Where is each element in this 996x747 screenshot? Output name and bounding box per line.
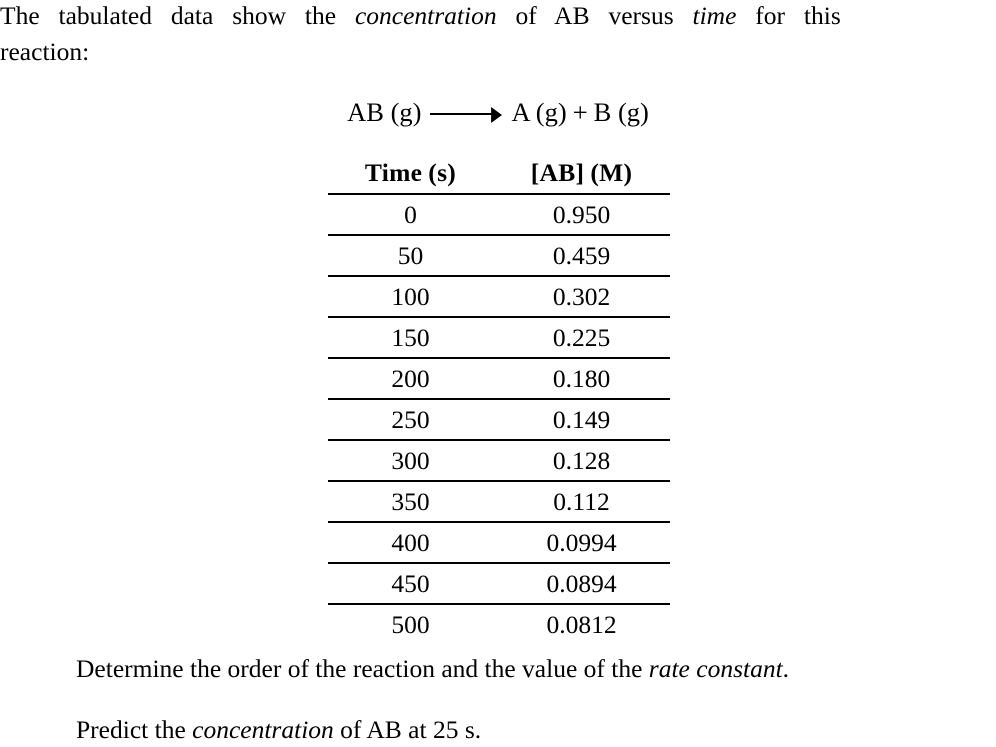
cell-time: 100 — [391, 281, 430, 311]
intro-text-a: The tabulated data show the — [0, 1, 355, 30]
column-header-concentration: [AB] (M) — [493, 155, 670, 194]
table-row: 450 0.0894 — [328, 563, 670, 604]
table-row: 100 0.302 — [328, 276, 670, 317]
cell-concentration: 0.0812 — [546, 609, 617, 639]
intro-line-1: The tabulated data show the concentratio… — [0, 0, 996, 34]
q2-text-b: of AB at 25 s. — [333, 715, 482, 744]
cell-time: 150 — [391, 322, 430, 352]
cell-concentration: 0.149 — [552, 404, 611, 434]
table-row: 200 0.180 — [328, 358, 670, 399]
table-row: 250 0.149 — [328, 399, 670, 440]
cell-concentration: 0.128 — [552, 445, 611, 475]
equation-reactant: AB (g) — [347, 97, 422, 127]
q1-text-a: Determine the order of the reaction and … — [76, 654, 649, 683]
intro-text-b: of AB versus — [496, 1, 693, 30]
column-header-concentration-label: [AB] — [530, 158, 585, 187]
table-header-row: Time (s) [AB] (M) — [328, 155, 670, 194]
cell-concentration: 0.225 — [552, 322, 611, 352]
chemical-equation: AB (g) A (g) + B (g) — [0, 95, 996, 129]
table-row: 400 0.0994 — [328, 522, 670, 563]
table-row: 50 0.459 — [328, 235, 670, 276]
column-header-time-label: Time — [364, 158, 423, 187]
cell-concentration: 0.0894 — [546, 568, 617, 598]
cell-concentration: 0.0994 — [546, 527, 617, 557]
q2-text-a: Predict the — [76, 715, 193, 744]
cell-time: 50 — [397, 240, 424, 270]
cell-concentration: 0.459 — [552, 240, 611, 270]
table-head: Time (s) [AB] (M) — [328, 155, 670, 194]
cell-concentration: 0.950 — [552, 199, 611, 229]
q1-emph-rate-constant: rate constant — [648, 654, 783, 683]
q2-emph-concentration: concentration — [192, 715, 334, 744]
concentration-time-table: Time (s) [AB] (M) 0 0.950 50 0.459 100 0.302 … — [328, 155, 670, 644]
cell-concentration: 0.112 — [553, 486, 610, 516]
table-row: 350 0.112 — [328, 481, 670, 522]
cell-time: 450 — [391, 568, 430, 598]
cell-time: 400 — [391, 527, 430, 557]
equation-product-1: A (g) — [511, 97, 567, 127]
cell-time: 200 — [391, 363, 430, 393]
column-header-time-unit: (s) — [428, 158, 457, 187]
cell-concentration: 0.302 — [552, 281, 611, 311]
intro-emph-time: time — [692, 1, 737, 30]
data-table-container: Time (s) [AB] (M) 0 0.950 50 0.459 100 0.302 … — [328, 155, 670, 644]
reaction-arrow-icon — [430, 105, 503, 123]
intro-paragraph: The tabulated data show the concentratio… — [0, 0, 996, 70]
question-determine-order: Determine the order of the reaction and … — [76, 652, 992, 686]
cell-time: 250 — [391, 404, 430, 434]
table-body: 0 0.950 50 0.459 100 0.302 150 0.225 200 0.18… — [328, 194, 670, 644]
intro-text-c: for this — [736, 1, 841, 30]
equation-plus-sign: + — [572, 97, 588, 127]
cell-concentration: 0.180 — [552, 363, 611, 393]
equation-product-2: B (g) — [593, 97, 649, 127]
q1-text-b: . — [782, 654, 790, 683]
cell-time: 350 — [391, 486, 430, 516]
intro-line-2: reaction: — [0, 37, 90, 66]
table-row: 500 0.0812 — [328, 604, 670, 644]
column-header-time: Time (s) — [328, 155, 493, 194]
cell-time: 500 — [391, 609, 430, 639]
table-row: 0 0.950 — [328, 194, 670, 235]
cell-time: 0 — [404, 199, 417, 229]
cell-time: 300 — [391, 445, 430, 475]
column-header-concentration-unit: (M) — [590, 158, 633, 187]
table-row: 150 0.225 — [328, 317, 670, 358]
table-row: 300 0.128 — [328, 440, 670, 481]
intro-emph-concentration: concentration — [354, 1, 497, 30]
